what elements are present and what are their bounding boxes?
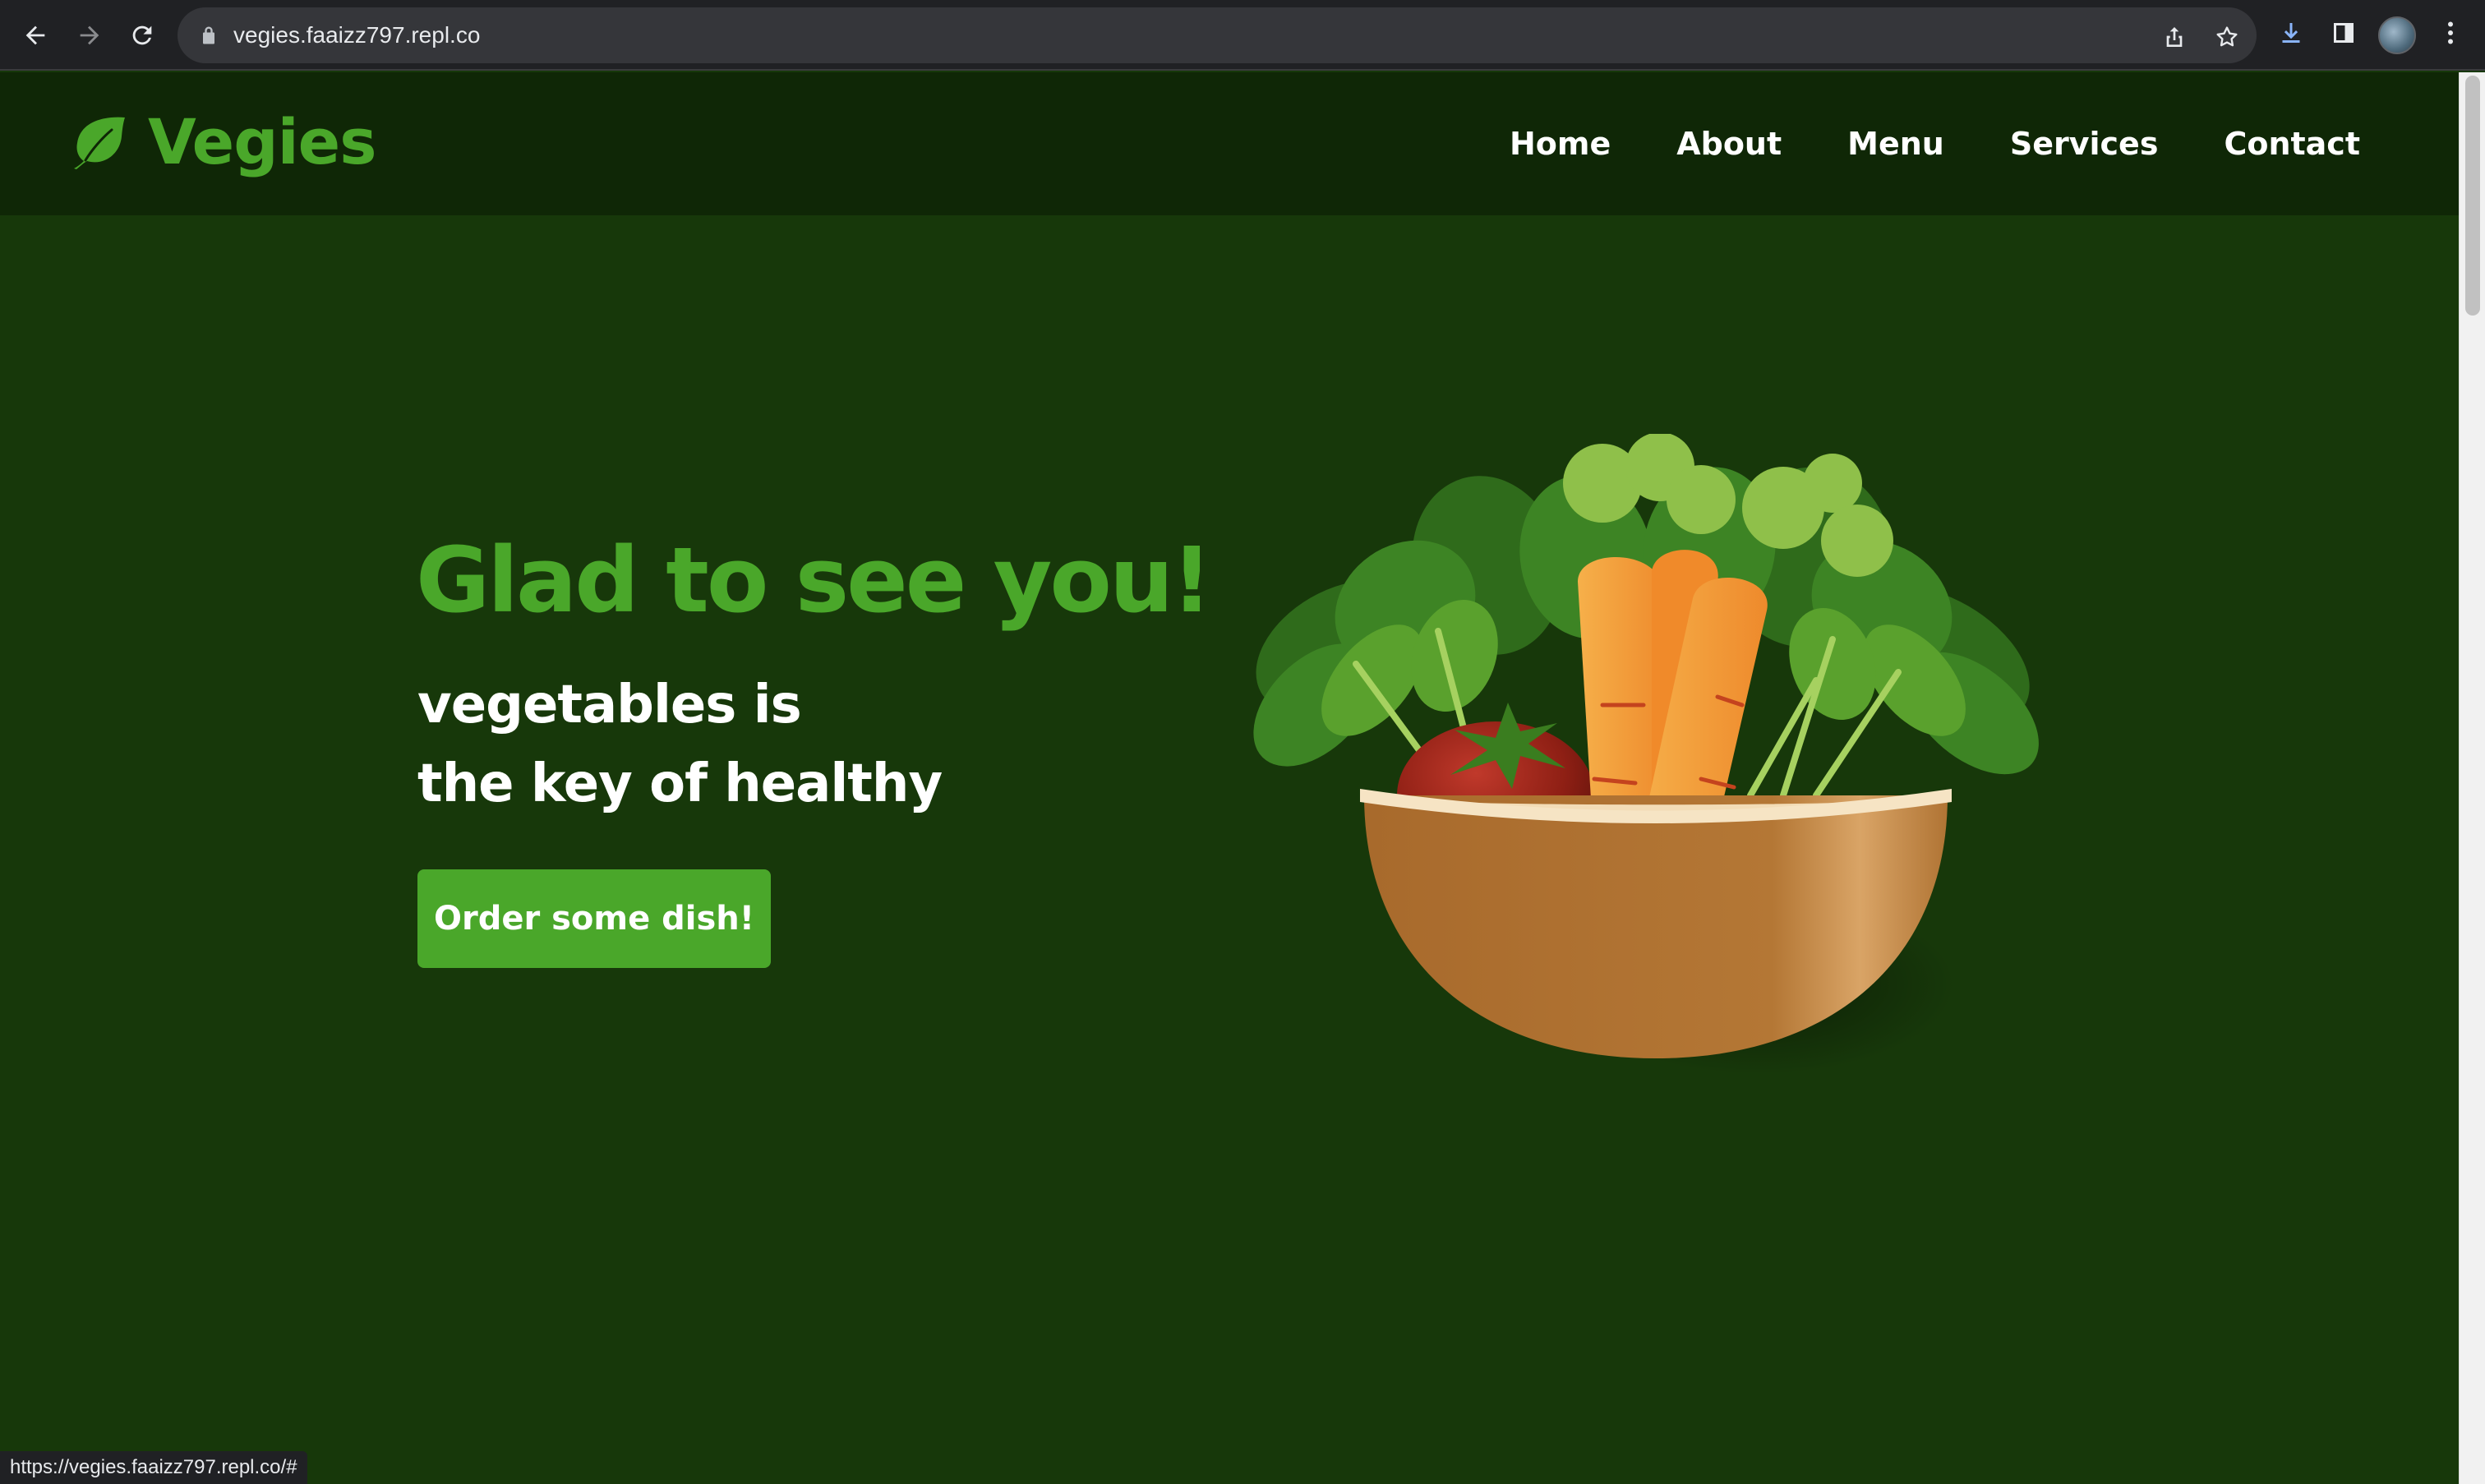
profile-avatar[interactable]: [2378, 16, 2416, 54]
nav-link-services[interactable]: Services: [2010, 126, 2159, 162]
lock-icon: [203, 26, 214, 44]
nav-link-contact[interactable]: Contact: [2224, 126, 2360, 162]
nav-link-about[interactable]: About: [1676, 126, 1782, 162]
link-status-bubble: https://vegies.faaizz797.repl.co/#: [0, 1451, 307, 1484]
hero-subtitle-line: the key of healthy: [417, 754, 943, 814]
hero-subtitle-line: vegetables is: [417, 675, 802, 735]
reload-icon: [132, 25, 152, 45]
page-scrollbar[interactable]: [2459, 72, 2485, 1484]
browser-toolbar: vegies.faaizz797.repl.co: [0, 0, 2485, 71]
scrollbar-thumb[interactable]: [2465, 76, 2480, 316]
bookmark-star-button[interactable]: [2214, 24, 2240, 50]
side-panel-button[interactable]: [2327, 16, 2360, 49]
salad-bowl-illustration: [1253, 434, 2039, 1075]
forward-button[interactable]: [71, 16, 108, 54]
leaf-icon: [74, 117, 125, 169]
arrow-left-icon: [25, 25, 45, 45]
nav-link-home[interactable]: Home: [1510, 126, 1611, 162]
main-nav: Home About Menu Services Contact: [1444, 72, 2360, 215]
url-text: vegies.faaizz797.repl.co: [233, 22, 481, 48]
address-bar[interactable]: vegies.faaizz797.repl.co: [178, 7, 2257, 63]
page-viewport: Vegies Home About Menu Services Contact …: [0, 72, 2459, 1484]
download-icon: [2282, 23, 2300, 43]
brand-name: Vegies: [148, 105, 376, 178]
downloads-button[interactable]: [2275, 16, 2308, 49]
arrow-right-icon: [80, 25, 99, 45]
reload-button[interactable]: [123, 16, 161, 54]
more-vert-icon: [2448, 21, 2453, 44]
back-button[interactable]: [16, 16, 54, 54]
hero-subtitle: vegetables is the key of healthy: [417, 666, 943, 823]
nav-link-menu[interactable]: Menu: [1847, 126, 1944, 162]
share-button[interactable]: [2161, 24, 2188, 50]
side-panel-icon: [2334, 23, 2354, 43]
site-header: Vegies Home About Menu Services Contact: [0, 72, 2459, 215]
share-icon: [2166, 27, 2183, 47]
order-dish-button[interactable]: Order some dish!: [417, 869, 771, 968]
hero-title: Glad to see you!: [416, 528, 1212, 633]
chrome-menu-button[interactable]: [2434, 16, 2467, 49]
star-icon: [2216, 26, 2238, 47]
site-logo[interactable]: Vegies: [71, 105, 376, 178]
